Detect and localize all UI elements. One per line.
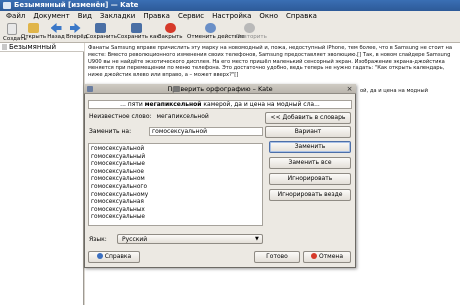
main-toolbar: Создать Открыть Назад Вперёд Сохранить С… <box>0 22 460 43</box>
document-sidebar <box>0 43 84 305</box>
suggest-variant-button[interactable]: Вариант <box>265 126 351 138</box>
replace-all-button[interactable]: Заменить все <box>269 157 351 169</box>
dialog-title: Проверить орфографию – Kate <box>167 85 273 93</box>
list-item[interactable]: гомосексуальной <box>91 146 261 154</box>
editor-text[interactable]: Фанаты Samsung вправе причислить эту мар… <box>88 45 456 79</box>
toolbar-back-button[interactable]: Назад <box>47 23 65 42</box>
ignore-button[interactable]: Игнорировать <box>269 173 351 185</box>
document-icon <box>2 44 7 50</box>
list-item[interactable]: гомосексуального <box>91 184 261 192</box>
menu-view[interactable]: Вид <box>74 11 96 22</box>
list-item[interactable]: гомосексуальное <box>91 169 261 177</box>
replace-with-input[interactable]: гомосексуальной <box>149 127 263 136</box>
language-select[interactable]: Русский <box>117 234 263 244</box>
dialog-titlebar: Проверить орфографию – Kate <box>84 84 356 94</box>
list-item[interactable]: гомосексуальных <box>91 207 261 215</box>
list-item[interactable]: гомосексуальном <box>91 176 261 184</box>
add-to-dictionary-button[interactable]: << Добавить в словарь <box>265 112 351 124</box>
unknown-word-value: мегапиксельной <box>156 113 209 120</box>
menu-bar: Файл Документ Вид Закладки Правка Сервис Настр… <box>0 11 460 22</box>
dialog-close-icon[interactable]: × <box>345 85 354 93</box>
language-label: Язык: <box>89 236 107 243</box>
menu-window[interactable]: Окно <box>255 11 282 22</box>
menu-edit[interactable]: Правка <box>139 11 174 22</box>
toolbar-undo-button[interactable]: Отменить действие <box>187 23 245 42</box>
toolbar-redo-button[interactable]: Повторить <box>236 23 267 42</box>
done-button[interactable]: Готово <box>254 251 300 263</box>
toolbar-close-button[interactable]: Закрыть <box>158 23 183 42</box>
redo-icon <box>243 23 255 33</box>
cancel-icon <box>310 253 317 259</box>
kate-app-icon <box>3 2 11 9</box>
save-as-icon <box>130 23 142 33</box>
toolbar-open-button[interactable]: Открыть <box>21 23 46 42</box>
list-item[interactable]: гомосексуальный <box>91 154 261 162</box>
chevron-down-icon: ▼ <box>255 236 259 242</box>
new-document-icon <box>7 23 17 35</box>
save-icon <box>94 23 106 33</box>
list-item[interactable]: гомосексуальная <box>91 199 261 207</box>
menu-tools[interactable]: Сервис <box>174 11 208 22</box>
list-item[interactable]: гомосексуальному <box>91 192 261 200</box>
help-icon[interactable] <box>87 86 93 92</box>
menu-file[interactable]: Файл <box>2 11 29 22</box>
misspelled-word-highlight: мегапиксельной <box>144 101 202 108</box>
help-icon <box>96 253 103 259</box>
back-arrow-icon <box>50 23 62 33</box>
window-titlebar: Безымянный [изменён] — Kate <box>0 0 460 11</box>
dialog-app-icon <box>173 86 180 92</box>
toolbar-new-button[interactable]: Создать <box>3 23 27 42</box>
undo-icon <box>204 23 216 33</box>
forward-arrow-icon <box>69 23 81 33</box>
unknown-word-label: Неизвестное слово: мегапиксельной <box>89 113 209 120</box>
suggestions-list[interactable]: гомосексуальной гомосексуальный гомосекс… <box>88 143 263 226</box>
help-button[interactable]: Справка <box>88 251 140 263</box>
sidebar-document-item[interactable]: Безымянный <box>0 43 84 52</box>
ignore-all-button[interactable]: Игнорировать везде <box>269 189 351 201</box>
menu-help[interactable]: Справка <box>282 11 321 22</box>
replace-with-label: Заменить на: <box>89 128 132 135</box>
open-folder-icon <box>27 23 39 33</box>
context-sentence: ... пяти мегапиксельной камерой, да и це… <box>88 100 352 109</box>
menu-settings[interactable]: Настройка <box>208 11 255 22</box>
toolbar-forward-button[interactable]: Вперёд <box>66 23 87 42</box>
editor-visible-line: ой, да и цена на модный <box>360 88 428 94</box>
close-document-icon <box>164 23 176 33</box>
toolbar-save-button[interactable]: Сохранить <box>86 23 117 42</box>
replace-button[interactable]: Заменить <box>269 141 351 153</box>
window-title: Безымянный [изменён] — Kate <box>14 1 139 9</box>
menu-bookmarks[interactable]: Закладки <box>96 11 139 22</box>
list-item[interactable]: гомосексуальные <box>91 161 261 169</box>
toolbar-save-as-button[interactable]: Сохранить как <box>117 23 160 42</box>
cancel-button[interactable]: Отмена <box>303 251 351 263</box>
list-item[interactable]: гомосексуальные <box>91 214 261 222</box>
menu-document[interactable]: Документ <box>29 11 73 22</box>
